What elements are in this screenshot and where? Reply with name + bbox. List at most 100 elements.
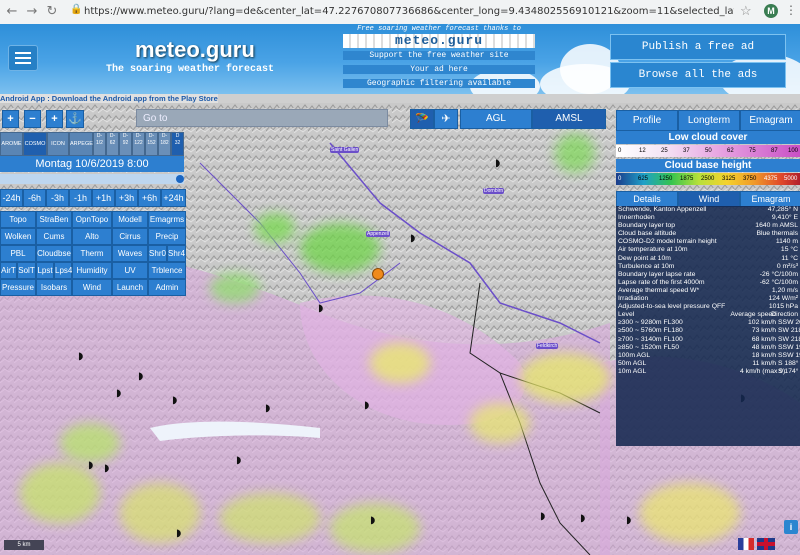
model-day-4[interactable]: D- 122 [132,132,145,156]
layer-emagrams[interactable]: Emagrms [148,211,186,228]
step-minus-1h[interactable]: -1h [69,189,92,207]
step-plus-3h[interactable]: +3h [115,189,138,207]
profile-avatar[interactable]: M [764,4,778,18]
layer-isobars[interactable]: Isobars [36,279,72,296]
zoom-in-button[interactable]: + [2,110,19,128]
layer-airt[interactable]: AirT [0,262,17,279]
layer-cirrus[interactable]: Cirrus [112,228,148,245]
android-app-link[interactable]: Android App : Download the Android app f… [0,94,218,103]
layer-strassen[interactable]: StraBen [36,211,72,228]
step-plus-6h[interactable]: +6h [138,189,161,207]
publish-ad-button[interactable]: Publish a free ad [610,34,786,60]
tab-details[interactable]: Details [616,191,678,207]
amsl-toggle[interactable]: AMSL [532,109,606,129]
step-plus-1h[interactable]: +1h [92,189,115,207]
launch-site-icon[interactable]: ◗ [580,513,585,524]
time-slider-handle[interactable] [176,175,184,183]
layer-wind[interactable]: Wind [72,279,112,296]
layer-shr0[interactable]: Shr0 [148,245,167,262]
layer-therm[interactable]: Therm [72,245,112,262]
launch-site-icon[interactable]: ◗ [78,351,83,362]
paraglider-icon[interactable]: 🪂 [410,109,434,129]
layer-modell[interactable]: Modell [112,211,148,228]
layer-opentopo[interactable]: OpnTopo [72,211,112,228]
goto-search-input[interactable]: Go to [136,109,388,127]
forward-icon[interactable]: → [24,4,40,20]
layer-launch[interactable]: Launch [112,279,148,296]
address-bar[interactable]: https://www.meteo.guru/?lang=de&center_l… [84,3,734,21]
tab-emagram-detail[interactable]: Emagram [740,191,800,207]
launch-site-icon[interactable]: ◗ [364,400,369,411]
layer-shr4[interactable]: Shr4 [167,245,186,262]
launch-site-icon[interactable]: ◗ [540,511,545,522]
model-icon[interactable]: ICON [47,132,69,156]
launch-site-icon[interactable]: ◗ [116,388,121,399]
layer-alto[interactable]: Alto [72,228,112,245]
launch-site-icon[interactable]: ◗ [370,515,375,526]
tab-emagram[interactable]: Emagram [740,110,800,131]
tab-wind[interactable]: Wind [678,191,740,207]
layer-pbl[interactable]: PBL [0,245,36,262]
layer-waves[interactable]: Waves [112,245,148,262]
layer-turbulence[interactable]: Trblence [148,262,186,279]
agl-toggle[interactable]: AGL [460,109,532,129]
selected-location-marker[interactable] [372,268,384,280]
back-icon[interactable]: ← [4,4,20,20]
launch-site-icon[interactable]: ◗ [495,158,500,169]
layer-cloudbase[interactable]: Cloudbse [36,245,72,262]
anchor-icon[interactable]: ⚓ [66,110,84,128]
launch-site-icon[interactable]: ◗ [176,528,181,539]
layer-humidity[interactable]: Humidity [72,262,112,279]
launch-site-icon[interactable]: ◗ [88,460,93,471]
model-day-1[interactable]: D- 1/2 [93,132,106,156]
step-minus-24h[interactable]: -24h [0,189,23,207]
launch-site-icon[interactable]: ◗ [104,463,109,474]
browser-menu-icon[interactable]: ⋮ [785,3,797,17]
reload-icon[interactable]: ↻ [44,4,60,20]
launch-site-icon[interactable]: ◗ [236,455,241,466]
layer-pressure[interactable]: Pressure [0,279,36,296]
layer-topo[interactable]: Topo [0,211,36,228]
menu-hamburger-button[interactable] [8,45,38,71]
flag-france-icon[interactable] [738,538,754,550]
layer-precip[interactable]: Precip [148,228,186,245]
tab-longterm[interactable]: Longterm [678,110,740,131]
model-day-5[interactable]: D- 152 [145,132,158,156]
launch-site-icon[interactable]: ◗ [318,303,323,314]
browse-ads-button[interactable]: Browse all the ads [610,62,786,88]
launch-site-icon[interactable]: ◗ [626,515,631,526]
launch-site-icon[interactable]: ◗ [172,395,177,406]
step-plus-24h[interactable]: +24h [161,189,186,207]
step-minus-6h[interactable]: -6h [23,189,46,207]
add-point-button[interactable]: + [46,110,63,128]
layer-admin[interactable]: Admin [148,279,186,296]
layer-solt[interactable]: SolT [17,262,36,279]
layer-uv[interactable]: UV [112,262,148,279]
model-arpege[interactable]: ARPEGE [69,132,93,156]
model-arome[interactable]: AROME [0,132,23,156]
forecast-date[interactable]: Montag 10/6/2019 8:00 [0,156,184,172]
model-day-6[interactable]: D- 182 [158,132,171,156]
bookmark-star-icon[interactable]: ☆ [740,3,752,19]
model-cosmo[interactable]: COSMO [23,132,47,156]
ad-banner[interactable]: Free soaring weather forecast thanks to … [343,24,535,94]
launch-site-icon[interactable]: ◗ [138,371,143,382]
site-title[interactable]: meteo.guru [135,37,255,63]
step-minus-3h[interactable]: -3h [46,189,69,207]
layer-lps4[interactable]: Lps4 [54,262,72,279]
flag-uk-icon[interactable] [757,538,775,550]
model-day-7[interactable]: D 32 [171,132,184,156]
layer-cums[interactable]: Cums [36,228,72,245]
model-day-3[interactable]: D- 92 [119,132,132,156]
launch-site-icon[interactable]: ◗ [265,403,270,414]
zoom-out-button[interactable]: − [24,110,41,128]
layer-wolken[interactable]: Wolken [0,228,36,245]
model-day-2[interactable]: D- 62 [106,132,119,156]
tab-profile[interactable]: Profile [616,110,678,131]
layer-lpst[interactable]: Lpst [36,262,54,279]
time-slider[interactable] [0,174,184,184]
wind-row: 50m AGL 11 km/h S 188° [616,360,800,368]
launch-site-icon[interactable]: ◗ [410,233,415,244]
info-button[interactable]: i [784,520,798,534]
glider-icon[interactable]: ✈ [434,109,458,129]
